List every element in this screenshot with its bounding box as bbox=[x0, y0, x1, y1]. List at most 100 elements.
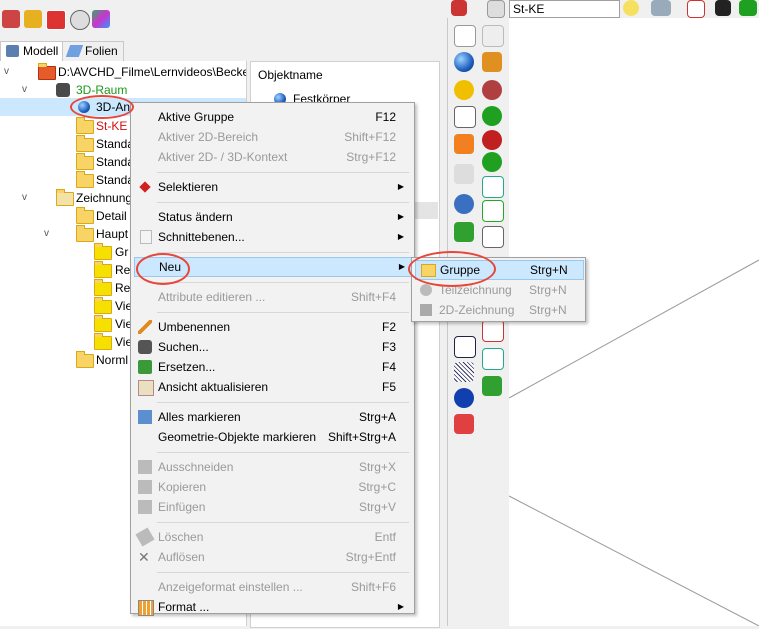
menu-separator bbox=[157, 522, 409, 523]
cut-icon bbox=[138, 460, 152, 474]
plane-icon bbox=[140, 230, 152, 244]
project-folder-icon bbox=[38, 63, 56, 80]
hatch-icon[interactable] bbox=[454, 362, 474, 382]
menu-item-format[interactable]: Format ... ▶ bbox=[134, 597, 410, 617]
tree-item-3d-raum[interactable]: v 3D-Raum bbox=[0, 81, 246, 99]
menu-item-aktive-gruppe[interactable]: Aktive Gruppe F12 bbox=[134, 107, 410, 127]
menu-item-alles-markieren[interactable]: Alles markieren Strg+A bbox=[134, 407, 410, 427]
layer-combo[interactable]: St-KE bbox=[509, 0, 620, 18]
submenu-arrow-icon: ▶ bbox=[397, 602, 404, 611]
info-icon[interactable] bbox=[454, 388, 474, 408]
menu-item-loeschen[interactable]: Löschen Entf bbox=[134, 527, 410, 547]
menu-item-ausschneiden[interactable]: Ausschneiden Strg+X bbox=[134, 457, 410, 477]
collapse-icon[interactable]: v bbox=[22, 193, 32, 203]
paste-icon bbox=[138, 500, 152, 514]
refresh-icon[interactable] bbox=[454, 194, 474, 214]
dissolve-x-icon: ✕ bbox=[138, 549, 150, 565]
e-icon[interactable] bbox=[715, 0, 731, 16]
menu-item-schnittebenen[interactable]: Schnittebenen... ▶ bbox=[134, 227, 410, 247]
menu-item-kopieren[interactable]: Kopieren Strg+C bbox=[134, 477, 410, 497]
folder-icon bbox=[94, 333, 112, 350]
collapse-icon[interactable]: v bbox=[22, 85, 32, 95]
cross-icon[interactable] bbox=[482, 320, 504, 342]
menu-item-geometrie-markieren[interactable]: Geometrie-Objekte markieren Shift+Strg+A bbox=[134, 427, 410, 447]
annotation-oval-3d-ansicht bbox=[70, 95, 134, 119]
folder-refresh-icon[interactable] bbox=[24, 10, 42, 28]
eraser-icon[interactable] bbox=[454, 414, 474, 434]
line-tool-icon[interactable] bbox=[454, 106, 476, 128]
text-tool-icon[interactable] bbox=[454, 336, 476, 358]
lightbulb-icon[interactable] bbox=[623, 0, 639, 16]
view-mode-icon[interactable] bbox=[651, 0, 671, 16]
menu-item-aufloesen[interactable]: ✕ Auflösen Strg+Entf bbox=[134, 547, 410, 567]
pipette-icon[interactable] bbox=[482, 52, 502, 72]
folder-icon bbox=[76, 207, 94, 224]
format-icon bbox=[138, 600, 154, 616]
tab-bar: Modell Folien bbox=[0, 39, 445, 61]
folder-icon bbox=[94, 243, 112, 260]
column-header-objektname: Objektname bbox=[258, 68, 323, 82]
shapes-icon[interactable] bbox=[92, 10, 110, 28]
tab-modell[interactable]: Modell bbox=[0, 41, 64, 61]
green-box-icon[interactable] bbox=[482, 376, 502, 396]
menu-item-status-aendern[interactable]: Status ändern ▶ bbox=[134, 207, 410, 227]
tree-root[interactable]: v D:\AVCHD_Filme\Lernvideos\Becke bbox=[0, 63, 246, 81]
folder-icon bbox=[76, 351, 94, 368]
percent-icon[interactable] bbox=[482, 226, 504, 248]
layer-icon[interactable] bbox=[487, 0, 505, 18]
pointer-icon[interactable] bbox=[482, 25, 504, 47]
collapse-icon[interactable]: v bbox=[44, 229, 54, 239]
drawing-folder-icon bbox=[56, 189, 74, 206]
folder-icon bbox=[76, 225, 94, 242]
copy-icon bbox=[138, 480, 152, 494]
folder-icon bbox=[94, 279, 112, 296]
3d-room-icon bbox=[56, 83, 70, 97]
menu-item-anzeigeformat[interactable]: Anzeigeformat einstellen ... Shift+F6 bbox=[134, 577, 410, 597]
menu-item-aktiver-kontext[interactable]: Aktiver 2D- / 3D-Kontext Strg+F12 bbox=[134, 147, 410, 167]
menu-item-umbenennen[interactable]: Umbenennen F2 bbox=[134, 317, 410, 337]
triangle-icon[interactable] bbox=[482, 200, 504, 222]
select-arrow-icon[interactable] bbox=[454, 25, 476, 47]
folder-icon bbox=[76, 171, 94, 188]
submenu-item-2d-zeichnung[interactable]: 2D-Zeichnung Strg+N bbox=[415, 300, 582, 320]
draw-icon[interactable] bbox=[687, 0, 705, 18]
hand-icon[interactable] bbox=[46, 10, 66, 30]
partial-drawing-icon bbox=[420, 284, 432, 296]
menu-item-einfuegen[interactable]: Einfügen Strg+V bbox=[134, 497, 410, 517]
pencil-icon[interactable] bbox=[454, 134, 474, 154]
curve-icon[interactable] bbox=[482, 176, 504, 198]
green-sphere-icon[interactable] bbox=[482, 106, 502, 126]
menu-item-attribute-editieren[interactable]: Attribute editieren ... Shift+F4 bbox=[134, 287, 410, 307]
model-icon[interactable] bbox=[2, 10, 20, 28]
green-pencil-icon[interactable] bbox=[454, 222, 474, 242]
tab-folien[interactable]: Folien bbox=[62, 41, 124, 61]
menu-separator bbox=[157, 202, 409, 203]
tools-icon[interactable] bbox=[454, 164, 474, 184]
clock-icon[interactable] bbox=[70, 10, 90, 30]
folder-icon bbox=[94, 297, 112, 314]
perspective-lines bbox=[508, 259, 759, 627]
menu-item-aktiver-2d-bereich[interactable]: Aktiver 2D-Bereich Shift+F12 bbox=[134, 127, 410, 147]
rotate-icon[interactable] bbox=[454, 80, 474, 100]
submenu-arrow-icon: ▶ bbox=[398, 262, 405, 271]
folder-icon bbox=[94, 315, 112, 332]
collapse-icon[interactable]: v bbox=[4, 67, 14, 77]
cube-icon[interactable] bbox=[451, 0, 467, 16]
menu-item-ersetzen[interactable]: Ersetzen... F4 bbox=[134, 357, 410, 377]
drawing-canvas[interactable] bbox=[508, 18, 759, 627]
main-toolbar bbox=[0, 0, 445, 38]
pi-icon[interactable] bbox=[482, 152, 502, 172]
folder-icon bbox=[76, 135, 94, 152]
sphere-tool-icon[interactable] bbox=[454, 52, 474, 72]
red-sphere-icon[interactable] bbox=[482, 130, 502, 150]
menu-item-suchen[interactable]: Suchen... F3 bbox=[134, 337, 410, 357]
menu-item-selektieren[interactable]: Selektieren ▶ bbox=[134, 177, 410, 197]
spline-icon[interactable] bbox=[482, 348, 504, 370]
2d-icon[interactable] bbox=[739, 0, 757, 16]
submenu-arrow-icon: ▶ bbox=[397, 212, 404, 221]
view-toolbar: St-KE bbox=[447, 0, 759, 18]
menu-separator bbox=[157, 172, 409, 173]
menu-separator bbox=[157, 312, 409, 313]
info-red-icon[interactable] bbox=[482, 80, 502, 100]
menu-item-ansicht-aktualisieren[interactable]: Ansicht aktualisieren F5 bbox=[134, 377, 410, 397]
